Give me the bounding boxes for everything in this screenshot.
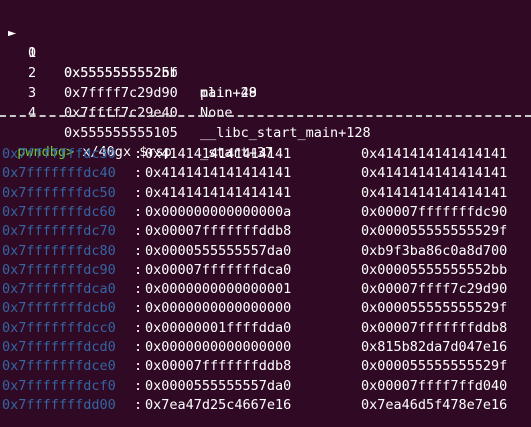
memory-value: 0x000055555555529f	[361, 223, 508, 240]
address-colon: :	[134, 261, 143, 278]
memory-row: 0x7fffffffdc90:0x00007fffffffdca0 0x00005…	[0, 260, 531, 280]
memory-value: 0x000055555555529f	[361, 358, 508, 375]
memory-row: 0x7fffffffdce0:0x00007fffffffddb8 0x00005…	[0, 356, 531, 376]
memory-value: 0x7ea46d5f478e7e16	[361, 396, 508, 413]
memory-address: 0x7fffffffdc40	[2, 165, 116, 182]
memory-row: 0x7fffffffdcb0:0x0000000000000000 0x00005…	[0, 298, 531, 318]
frame-index: 4	[28, 105, 37, 121]
memory-value: 0x0000000000000000	[145, 300, 292, 317]
memory-address: 0x7fffffffdcb0	[2, 300, 116, 317]
address-colon: :	[134, 377, 143, 394]
address-colon: :	[134, 242, 143, 259]
memory-value: 0x4141414141414141	[145, 184, 292, 201]
memory-row: 0x7fffffffdcf0:0x0000555555557da0 0x00007…	[0, 376, 531, 396]
address-colon: :	[134, 339, 143, 355]
backtrace-frame: 4 0x555555555105 _start+37	[0, 83, 531, 161]
backtrace-frame: 1 0x5555555552bb main+28	[0, 23, 531, 101]
memory-value: 0xb9f3ba86c0a8d700	[361, 242, 508, 259]
address-colon: :	[134, 165, 143, 182]
memory-address: 0x7fffffffdd00	[2, 396, 116, 413]
address-colon: :	[134, 203, 143, 220]
memory-row: 0x7fffffffdd00:0x7ea47d25c4667e16 0x7ea46…	[0, 395, 531, 415]
backtrace-frame: 2 0x7ffff7c29d90 None	[0, 43, 531, 121]
memory-value: 0x00007ffff7ffd040	[361, 377, 508, 394]
memory-value: 0x00007fffffffddb8	[361, 319, 508, 336]
memory-address: 0x7fffffffdc70	[2, 223, 116, 240]
memory-address: 0x7fffffffdc30	[2, 146, 116, 162]
memory-value: 0x4141414141414141	[361, 146, 508, 162]
memory-value: 0x0000000000000000	[145, 339, 292, 355]
address-colon: :	[134, 358, 143, 375]
memory-address: 0x7fffffffdcf0	[2, 377, 116, 394]
memory-value: 0x00007ffff7c29d90	[361, 281, 508, 298]
memory-address: 0x7fffffffdcc0	[2, 319, 116, 336]
section-separator	[0, 115, 531, 117]
memory-value: 0x815b82da7d047e16	[361, 339, 508, 355]
memory-value: 0x4141414141414141	[145, 146, 292, 162]
memory-value: 0x7ea47d25c4667e16	[145, 396, 292, 413]
backtrace-frame: ► 0 0x55555555525f plin+49	[0, 3, 531, 101]
backtrace-frame: 3 0x7ffff7c29e40 __libc_start_main+128	[0, 63, 531, 141]
memory-value: 0x4141414141414141	[145, 165, 292, 182]
memory-value: 0x00007fffffffdca0	[145, 261, 292, 278]
address-colon: :	[134, 319, 143, 336]
memory-value: 0x00007fffffffdc90	[361, 203, 508, 220]
memory-value: 0x00005555555552bb	[361, 261, 508, 278]
memory-row: 0x7fffffffdc30:0x4141414141414141 0x41414…	[0, 144, 531, 164]
address-colon: :	[134, 281, 143, 298]
memory-address: 0x7fffffffdc60	[2, 203, 116, 220]
address-colon: :	[134, 396, 143, 413]
memory-address: 0x7fffffffdc80	[2, 242, 116, 259]
memory-value: 0x0000000000000001	[145, 281, 292, 298]
memory-value: 0x4141414141414141	[361, 165, 508, 182]
memory-row: 0x7fffffffdc40:0x4141414141414141 0x41414…	[0, 163, 531, 183]
memory-address: 0x7fffffffdcd0	[2, 339, 116, 355]
frame-symbol: None	[200, 105, 233, 121]
memory-row: 0x7fffffffdc80:0x0000555555557da0 0xb9f3b…	[0, 241, 531, 261]
memory-value: 0x00007fffffffddb8	[145, 223, 292, 240]
command-line[interactable]: pwndbg> x/40gx $rsp	[1, 122, 531, 160]
memory-row: 0x7fffffffdca0:0x0000000000000001 0x00007…	[0, 279, 531, 299]
address-colon: :	[134, 223, 143, 240]
memory-row: 0x7fffffffdcd0:0x0000000000000000 0x815b8…	[0, 337, 531, 357]
memory-value: 0x000055555555529f	[361, 300, 508, 317]
address-colon: :	[134, 146, 143, 162]
memory-value: 0x00007fffffffddb8	[145, 358, 292, 375]
memory-value: 0x0000555555557da0	[145, 377, 292, 394]
frame-address: 0x7ffff7c29e40	[64, 105, 178, 121]
memory-row: 0x7fffffffdcc0:0x00000001ffffdda0 0x00007…	[0, 318, 531, 338]
memory-row: 0x7fffffffdc70:0x00007fffffffddb8 0x00005…	[0, 221, 531, 241]
address-colon: :	[134, 184, 143, 201]
address-colon: :	[134, 300, 143, 317]
memory-value: 0x0000555555557da0	[145, 242, 292, 259]
memory-value: 0x4141414141414141	[361, 184, 508, 201]
memory-address: 0x7fffffffdc90	[2, 261, 116, 278]
memory-value: 0x000000000000000a	[145, 203, 292, 220]
memory-row: 0x7fffffffdc50:0x4141414141414141 0x41414…	[0, 183, 531, 203]
memory-row: 0x7fffffffdc60:0x000000000000000a 0x00007…	[0, 202, 531, 222]
memory-address: 0x7fffffffdca0	[2, 281, 116, 298]
memory-address: 0x7fffffffdce0	[2, 358, 116, 375]
memory-value: 0x00000001ffffdda0	[145, 319, 292, 336]
memory-address: 0x7fffffffdc50	[2, 184, 116, 201]
